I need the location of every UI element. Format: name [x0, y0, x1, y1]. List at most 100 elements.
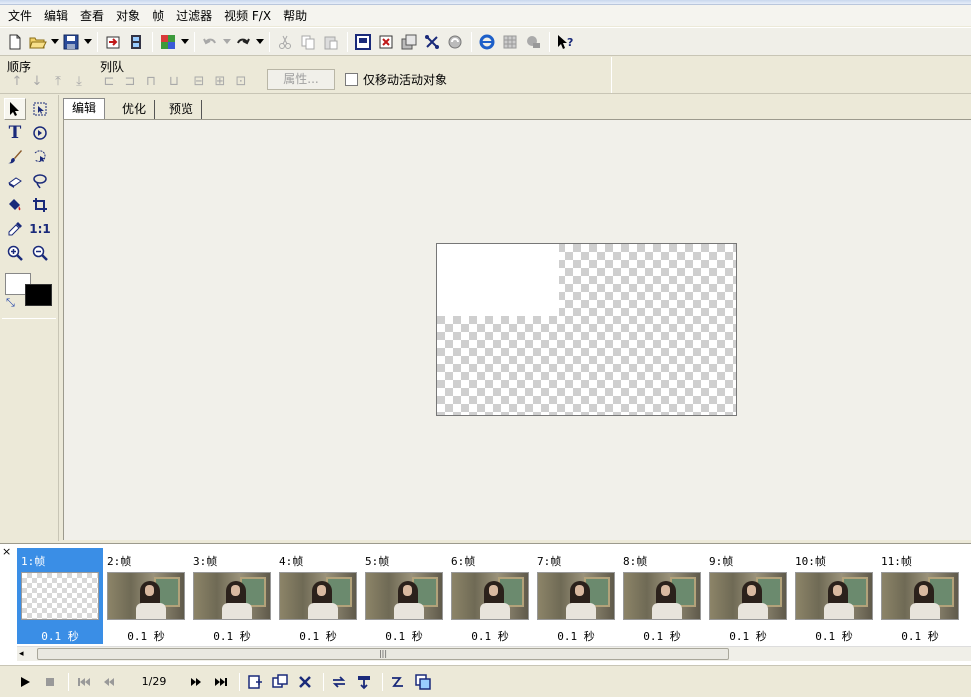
align-top-button[interactable]: ⊓ — [143, 73, 159, 89]
export-button[interactable] — [125, 31, 147, 53]
menu-frame[interactable]: 帧 — [146, 6, 170, 26]
export-frames-button[interactable] — [412, 671, 434, 693]
wizard-button[interactable] — [499, 31, 521, 53]
align-right-button[interactable]: ⊐ — [122, 73, 138, 89]
lasso-select-tool[interactable] — [29, 146, 51, 168]
crop-tool[interactable] — [29, 194, 51, 216]
delete-frame-button-bottom[interactable] — [294, 671, 316, 693]
frame-item[interactable]: 10:帧 0.1 秒 — [791, 548, 877, 644]
open-file-button[interactable] — [27, 31, 49, 53]
reverse-frames-button[interactable] — [328, 671, 350, 693]
move-active-only-checkbox[interactable] — [345, 73, 358, 86]
save-button[interactable] — [60, 31, 82, 53]
duplicate-frame-button[interactable] — [398, 31, 420, 53]
frame-delay[interactable]: 0.1 秒 — [705, 628, 791, 644]
next-frame-button[interactable] — [185, 671, 207, 693]
center-both-button[interactable]: ⊡ — [233, 73, 249, 89]
lasso-tool[interactable] — [29, 170, 51, 192]
frame-delay[interactable]: 0.1 秒 — [791, 628, 877, 644]
menu-video-fx[interactable]: 视频 F/X — [218, 6, 277, 26]
duplicate-frame-button-bottom[interactable] — [269, 671, 291, 693]
import-button[interactable] — [102, 31, 124, 53]
menu-object[interactable]: 对象 — [110, 6, 146, 26]
refresh-button[interactable] — [444, 31, 466, 53]
save-dropdown-button[interactable] — [83, 31, 93, 53]
first-frame-button[interactable] — [73, 671, 95, 693]
foreground-color-swatch[interactable] — [25, 284, 52, 306]
frame-delay[interactable]: 0.1 秒 — [619, 628, 705, 644]
eyedropper-tool[interactable] — [4, 218, 26, 240]
tab-preview[interactable]: 预览 — [161, 100, 203, 120]
frame-item[interactable]: 9:帧 0.1 秒 — [705, 548, 791, 644]
frame-delay[interactable]: 0.1 秒 — [361, 628, 447, 644]
redo-button[interactable] — [232, 31, 254, 53]
frame-item[interactable]: 6:帧 0.1 秒 — [447, 548, 533, 644]
menu-filter[interactable]: 过滤器 — [170, 6, 218, 26]
frame-delay[interactable]: 0.1 秒 — [447, 628, 533, 644]
center-vertical-button[interactable]: ⊟ — [191, 73, 207, 89]
move-first-button[interactable]: ⤒ — [50, 73, 66, 89]
close-icon[interactable]: × — [2, 545, 11, 558]
text-tool[interactable]: T — [4, 122, 26, 144]
undo-dropdown-button[interactable] — [222, 31, 232, 53]
frame-delay[interactable]: 0.1 秒 — [275, 628, 361, 644]
menu-edit[interactable]: 编辑 — [38, 6, 74, 26]
tween-button[interactable] — [387, 671, 409, 693]
paste-button[interactable] — [320, 31, 342, 53]
actual-size-tool[interactable]: 1:1 — [29, 218, 51, 240]
image-canvas[interactable] — [436, 243, 737, 416]
scrollbar-thumb[interactable]: ||| — [37, 648, 729, 660]
frame-item[interactable]: 5:帧 0.1 秒 — [361, 548, 447, 644]
frame-delay[interactable]: 0.1 秒 — [17, 628, 103, 644]
add-frame-button[interactable] — [352, 31, 374, 53]
align-left-button[interactable]: ⊏ — [101, 73, 117, 89]
banner-button[interactable] — [522, 31, 544, 53]
menu-file[interactable]: 文件 — [2, 6, 38, 26]
attributes-button[interactable]: 属性... — [267, 69, 335, 90]
delete-frame-button[interactable] — [375, 31, 397, 53]
frames-scrollbar[interactable]: ◂ ||| — [17, 646, 971, 661]
tab-optimize[interactable]: 优化 — [114, 100, 156, 120]
previous-frame-button[interactable] — [98, 671, 120, 693]
redo-dropdown-button[interactable] — [255, 31, 265, 53]
undo-button[interactable] — [199, 31, 221, 53]
context-help-button[interactable]: ? — [554, 31, 576, 53]
zoom-in-tool[interactable] — [4, 242, 26, 264]
brush-tool[interactable] — [4, 146, 26, 168]
menu-help[interactable]: 帮助 — [277, 6, 313, 26]
frame-delay[interactable]: 0.1 秒 — [877, 628, 963, 644]
select-tool[interactable] — [4, 98, 26, 120]
new-file-button[interactable] — [4, 31, 26, 53]
stop-button[interactable] — [39, 671, 61, 693]
swap-colors-icon[interactable]: ⤡ — [6, 296, 15, 310]
move-down-button[interactable]: ↓ — [29, 73, 45, 89]
crop-button[interactable] — [421, 31, 443, 53]
frame-delay[interactable]: 0.1 秒 — [103, 628, 189, 644]
center-horizontal-button[interactable]: ⊞ — [212, 73, 228, 89]
align-bottom-button[interactable]: ⊔ — [166, 73, 182, 89]
menu-view[interactable]: 查看 — [74, 6, 110, 26]
frame-item[interactable]: 8:帧 0.1 秒 — [619, 548, 705, 644]
frame-item[interactable]: 4:帧 0.1 秒 — [275, 548, 361, 644]
copy-button[interactable] — [297, 31, 319, 53]
frame-delay[interactable]: 0.1 秒 — [189, 628, 275, 644]
frame-item[interactable]: 3:帧 0.1 秒 — [189, 548, 275, 644]
tab-edit[interactable]: 编辑 — [63, 98, 106, 120]
frame-delay[interactable]: 0.1 秒 — [533, 628, 619, 644]
insert-frame-button[interactable] — [244, 671, 266, 693]
last-frame-button[interactable] — [210, 671, 232, 693]
frame-item[interactable]: 7:帧 0.1 秒 — [533, 548, 619, 644]
open-dropdown-button[interactable] — [50, 31, 60, 53]
fill-tool[interactable] — [4, 194, 26, 216]
scroll-left-icon[interactable]: ◂ — [19, 649, 24, 659]
frame-properties-button[interactable] — [353, 671, 375, 693]
preview-browser-button[interactable] — [476, 31, 498, 53]
frame-item[interactable]: 2:帧 0.1 秒 — [103, 548, 189, 644]
play-button[interactable] — [14, 671, 36, 693]
rotate-tool[interactable] — [29, 122, 51, 144]
move-last-button[interactable]: ⤓ — [71, 73, 87, 89]
color-mode-dropdown-button[interactable] — [180, 31, 190, 53]
move-top-button[interactable]: ↑ — [9, 73, 25, 89]
cut-button[interactable] — [274, 31, 296, 53]
zoom-out-tool[interactable] — [29, 242, 51, 264]
